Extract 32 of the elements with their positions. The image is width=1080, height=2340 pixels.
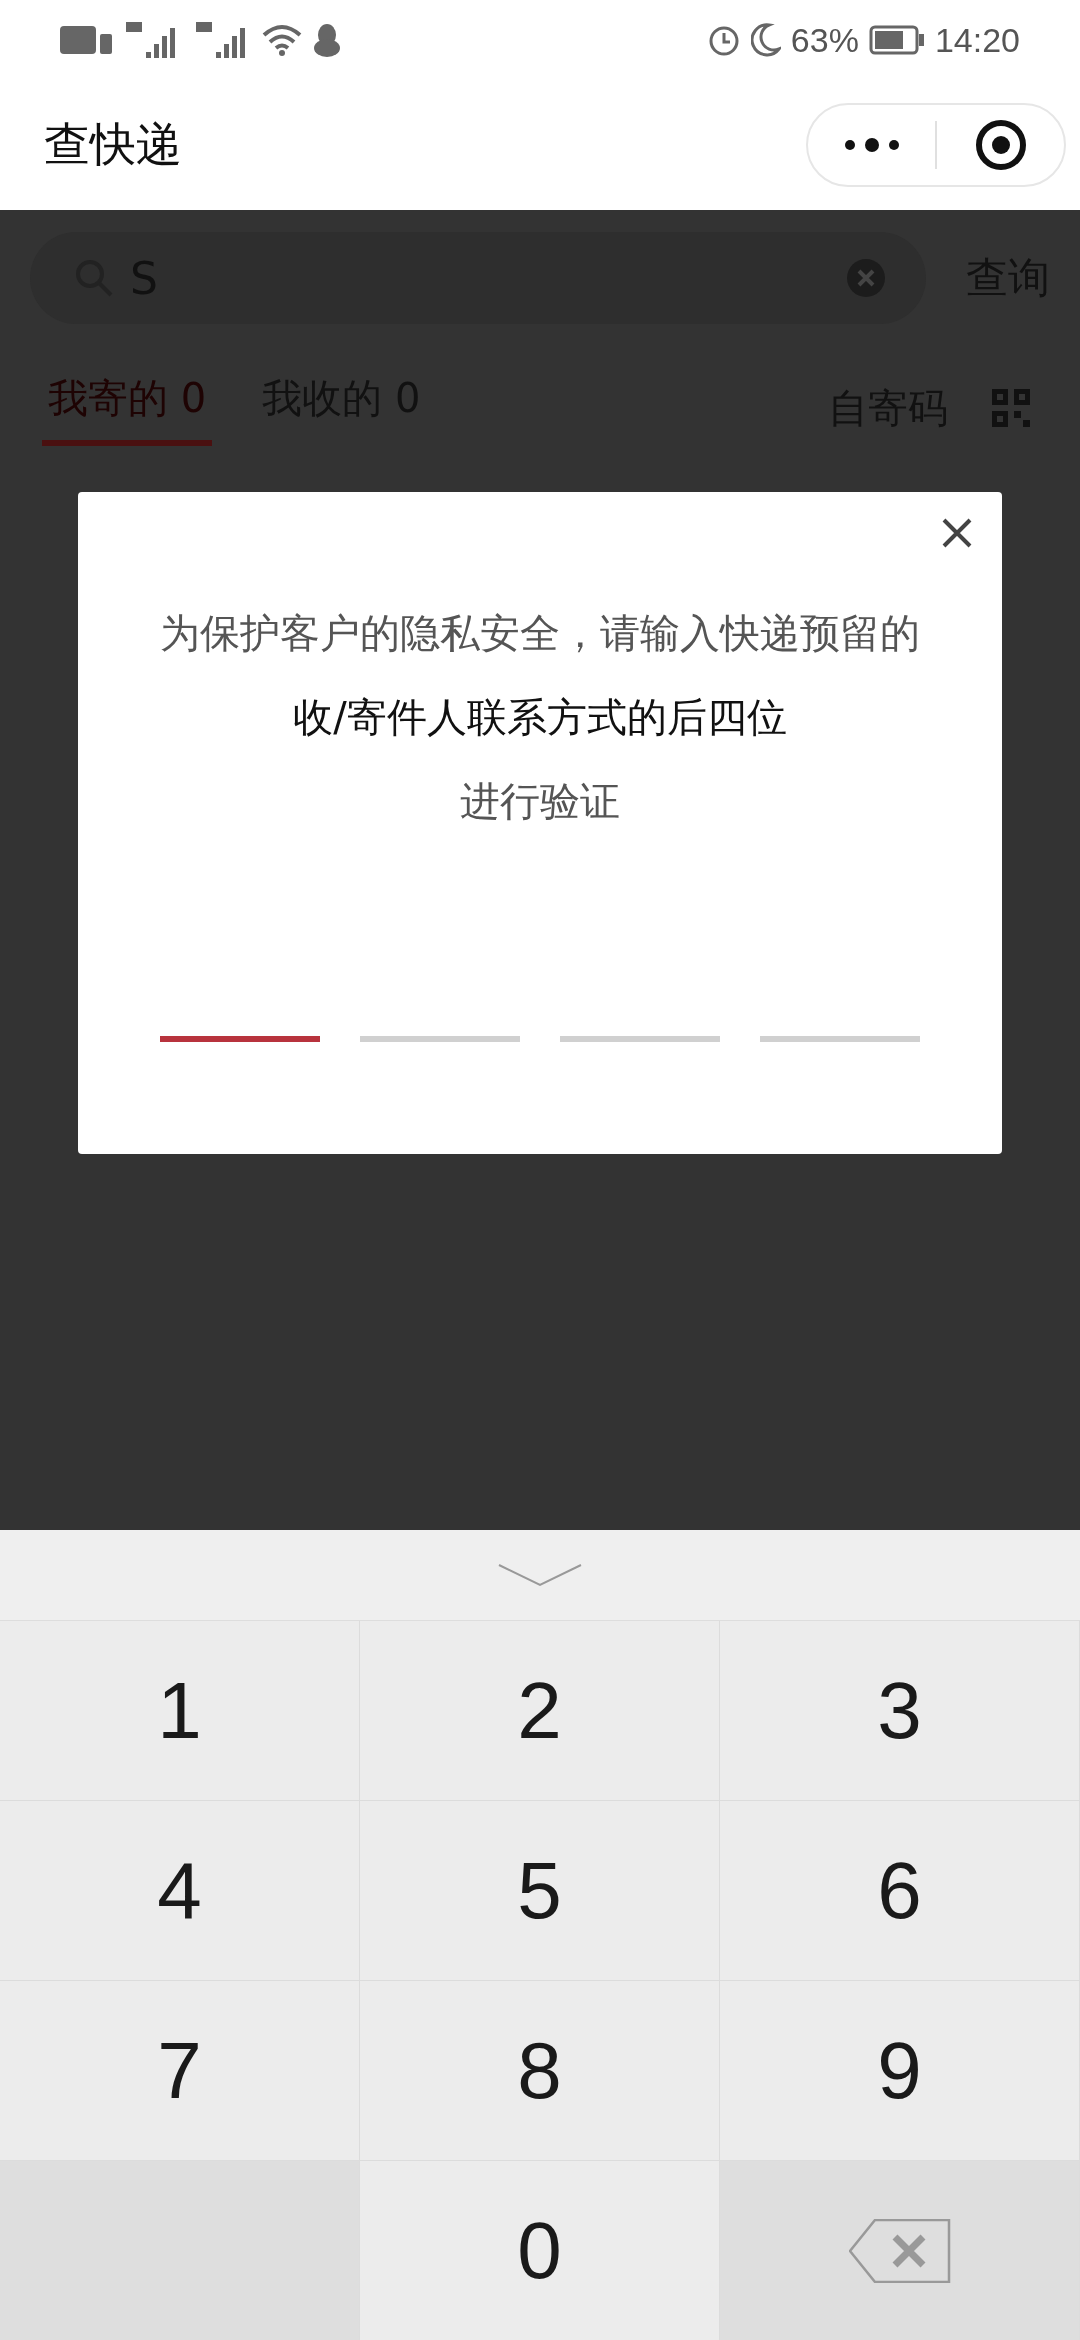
battery-icon — [868, 25, 925, 55]
digit-key[interactable]: 2 — [360, 1621, 720, 1801]
hd-icon — [60, 24, 112, 56]
more-icon[interactable] — [843, 137, 900, 153]
digit-key[interactable]: 7 — [0, 1981, 360, 2161]
code-digit-slot[interactable] — [760, 1036, 920, 1042]
clear-icon[interactable] — [846, 258, 886, 298]
wifi-icon — [262, 23, 302, 57]
dialog-message: 为保护客户的隐私安全，请输入快递预留的 — [160, 609, 920, 658]
code-digit-slot[interactable] — [160, 1036, 320, 1042]
clock-time: 14:20 — [934, 20, 1020, 60]
digit-key[interactable]: 5 — [360, 1801, 720, 1981]
page-title: 查快递 — [44, 116, 182, 173]
dialog-message: 收/寄件人联系方式的后四位 — [293, 693, 787, 742]
target-icon[interactable] — [974, 119, 1027, 171]
chevron-down-icon[interactable] — [497, 1563, 583, 1587]
penguin-icon — [312, 22, 342, 58]
dialog-message: 进行验证 — [460, 777, 620, 826]
digit-key[interactable]: 4 — [0, 1801, 360, 1981]
digit-key[interactable]: 6 — [720, 1801, 1080, 1981]
digit-key[interactable]: 3 — [720, 1621, 1080, 1801]
digit-key[interactable]: 9 — [720, 1981, 1080, 2161]
digit-key[interactable]: 1 — [0, 1621, 360, 1801]
backspace-key[interactable] — [720, 2161, 1080, 2340]
backspace-icon — [848, 2218, 951, 2283]
close-icon[interactable] — [942, 518, 972, 548]
digit-key[interactable]: 8 — [360, 1981, 720, 2161]
qr-code-icon[interactable] — [992, 389, 1030, 427]
code-digit-slot[interactable] — [360, 1036, 520, 1042]
moon-icon — [750, 23, 781, 57]
code-digit-slot[interactable] — [560, 1036, 720, 1042]
battery-percent: 63% — [790, 20, 859, 60]
